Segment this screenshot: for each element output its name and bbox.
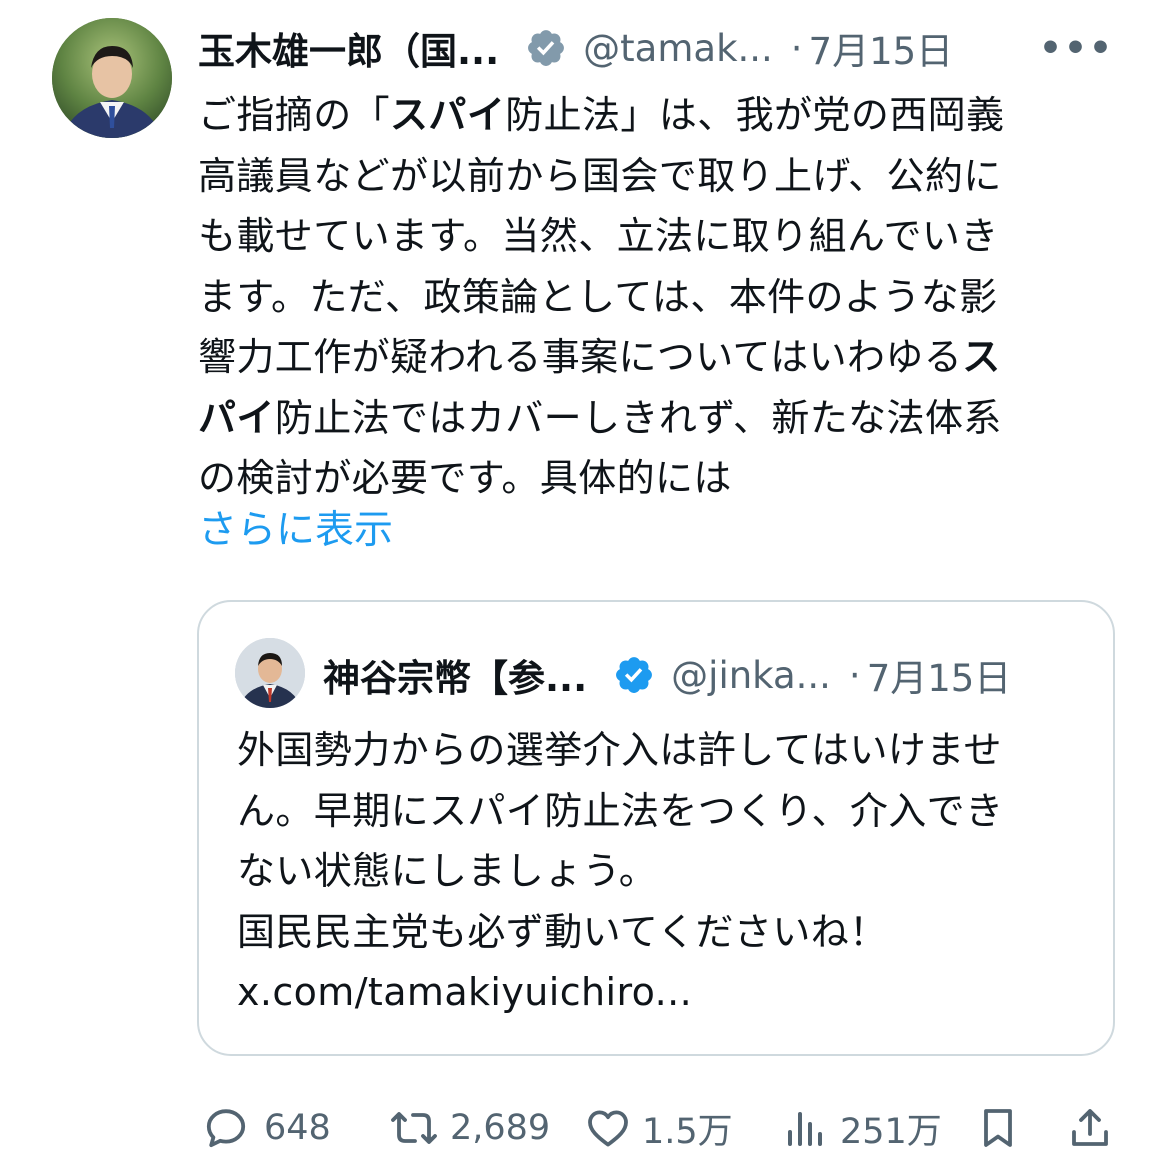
quoted-tweet-header: 神谷宗幣【参... @jinka... · 7月15日 (323, 648, 1083, 702)
tweet-text-line: 響力工作が疑われる事案についてはいわゆるス (198, 327, 1098, 388)
quoted-text-line: ん。早期にスパイ防止法をつくり、介入でき (237, 788, 1004, 833)
quoted-tweet[interactable]: 神谷宗幣【参... @jinka... · 7月15日 外国勢力からの選挙介入は… (197, 600, 1115, 1056)
quoted-link[interactable]: x.com/tamakiyuichiro... (237, 962, 1097, 1023)
author-handle[interactable]: @tamak... (583, 27, 773, 70)
like-button[interactable]: 1.5万 (584, 1098, 733, 1158)
quoted-tweet-text: 外国勢力からの選挙介入は許してはいけませ ん。早期にスパイ防止法をつくり、介入で… (237, 720, 1097, 1023)
share-icon (1072, 1109, 1108, 1146)
author-name[interactable]: 玉木雄一郎（国... (198, 21, 499, 75)
share-button[interactable] (1066, 1098, 1114, 1158)
retweet-button[interactable]: 2,689 (388, 1098, 550, 1158)
tweet-text-segment: 高議員などが以前から国会で取り上げ、公約に (198, 153, 1002, 198)
views-icon (788, 1112, 822, 1146)
like-count: 1.5万 (642, 1111, 733, 1152)
more-options-icon[interactable]: ••• (1039, 28, 1118, 69)
reply-count: 648 (264, 1108, 331, 1148)
reply-button[interactable]: 648 (202, 1098, 331, 1158)
tweet-text-segment: 防止法ではカバーしきれず、新たな法体系 (274, 395, 1002, 440)
quoted-text-line: 国民民主党も必ず動いてくださいね！ (237, 909, 888, 954)
tweet-text-segment: も載せています。当然、立法に取り組んでいき (198, 214, 999, 258)
verified-badge-icon (528, 30, 565, 66)
tweet-text-line: ご指摘の「スパイ防止法」は、我が党の西岡義 (198, 85, 1098, 146)
tweet-text-segment: ご指摘の「 (198, 93, 391, 137)
quoted-text-line: ない状態にしましょう。 (237, 849, 658, 893)
tweet-text-segment: ます。ただ、政策論としては、本件のような影 (198, 274, 998, 319)
quoted-tweet-date[interactable]: 7月15日 (867, 648, 1012, 702)
quoted-header-separator: · (848, 653, 861, 697)
tweet-text-segment: 防止法」は、我が党の西岡義 (505, 93, 1005, 137)
quoted-text-line: 外国勢力からの選挙介入は許してはいけませ (237, 728, 1002, 772)
show-more-link[interactable]: さらに表示 (198, 503, 393, 559)
tweet-text-line: ます。ただ、政策論としては、本件のような影 (198, 267, 1098, 328)
highlighted-keyword: パイ (198, 395, 275, 440)
highlighted-keyword: ス (962, 335, 1001, 379)
views-button[interactable]: 251万 (782, 1098, 942, 1158)
like-icon (588, 1110, 628, 1147)
quoted-author-name[interactable]: 神谷宗幣【参... (323, 648, 587, 702)
tweet-text-segment: 響力工作が疑われる事案についてはいわゆる (198, 335, 963, 379)
quoted-author-avatar[interactable] (235, 638, 305, 708)
tweet-text-line: の検討が必要です。具体的には (198, 448, 1098, 509)
reply-icon (206, 1109, 246, 1148)
action-bar: 648 2,689 1.5万 251万 (196, 1098, 1122, 1158)
views-count: 251万 (840, 1111, 942, 1152)
quoted-author-handle[interactable]: @jinka... (671, 654, 831, 697)
highlighted-keyword: スパイ (390, 93, 506, 137)
bookmark-icon (984, 1109, 1012, 1147)
tweet-text-line: も載せています。当然、立法に取り組んでいき (198, 206, 1098, 267)
tweet-text-line: 高議員などが以前から国会で取り上げ、公約に (198, 146, 1098, 207)
retweet-count: 2,689 (450, 1108, 551, 1148)
tweet-text: ご指摘の「スパイ防止法」は、我が党の西岡義 高議員などが以前から国会で取り上げ、公… (198, 85, 1098, 509)
retweet-icon (391, 1112, 437, 1144)
header-separator: · (790, 26, 803, 70)
verified-badge-icon (616, 657, 653, 693)
tweet-header: 玉木雄一郎（国... @tamak... · 7月15日 ••• (198, 22, 1118, 74)
tweet-date[interactable]: 7月15日 (809, 21, 954, 75)
tweet-text-line: パイ防止法ではカバーしきれず、新たな法体系 (198, 388, 1098, 449)
author-avatar[interactable] (52, 18, 172, 138)
bookmark-button[interactable] (974, 1098, 1022, 1158)
tweet-text-segment: の検討が必要です。具体的には (198, 456, 732, 500)
